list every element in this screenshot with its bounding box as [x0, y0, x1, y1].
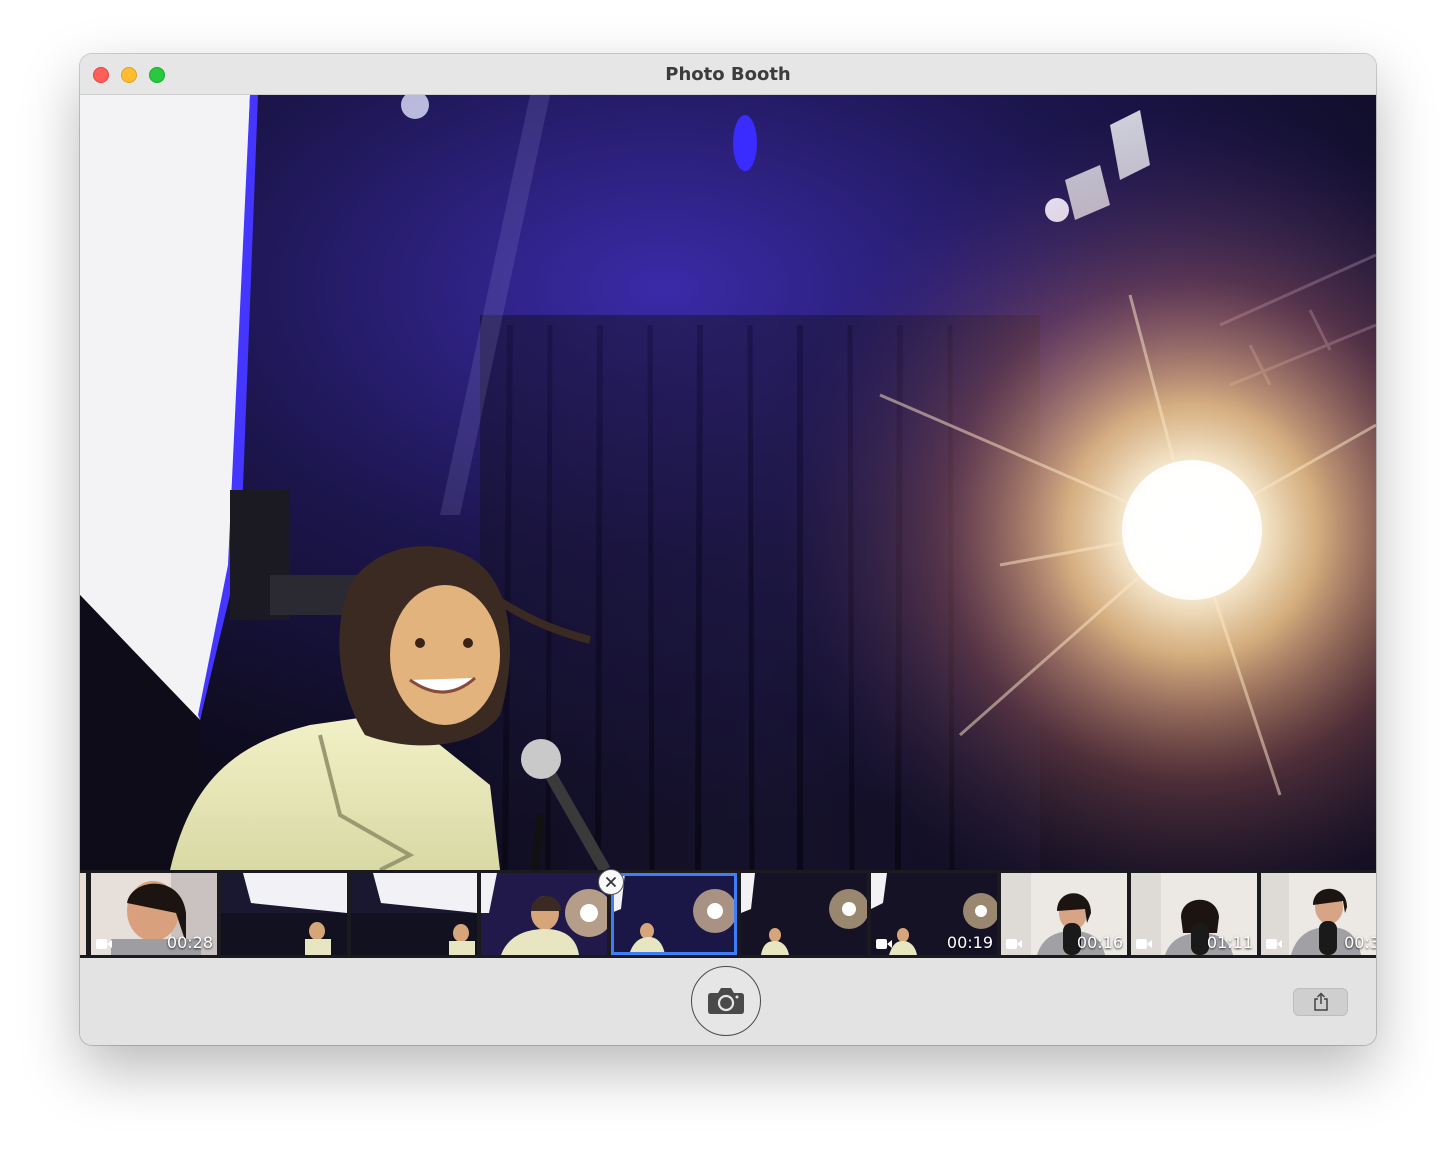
video-icon: [1136, 939, 1152, 949]
thumbnail-item[interactable]: [221, 873, 347, 955]
video-duration: 00:3: [1344, 933, 1376, 952]
video-duration: 01:11: [1206, 933, 1253, 952]
close-icon: [605, 876, 617, 888]
video-icon: [876, 939, 892, 949]
thumbnail-item[interactable]: 00:28: [91, 873, 217, 955]
video-icon: [96, 939, 112, 949]
thumbnail-item[interactable]: [351, 873, 477, 955]
video-duration: 00:19: [946, 933, 993, 952]
share-button[interactable]: [1293, 988, 1348, 1016]
title-bar[interactable]: Photo Booth: [80, 54, 1376, 95]
video-icon: [1266, 939, 1282, 949]
thumbnail-item[interactable]: 01:11: [1131, 873, 1257, 955]
thumbnail-item[interactable]: 00:3: [1261, 873, 1376, 955]
video-icon: [1006, 939, 1022, 949]
delete-thumbnail-button[interactable]: [598, 869, 624, 895]
thumbnail-item-selected[interactable]: [611, 873, 737, 955]
camera-preview-image: [80, 95, 1376, 870]
video-duration: 00:16: [1076, 933, 1123, 952]
thumbnail-item[interactable]: 00:16: [1001, 873, 1127, 955]
thumbnail-item[interactable]: [741, 873, 867, 955]
filmstrip: 00:28 00:19 00:16 01:11 00:3: [80, 870, 1376, 958]
bottom-toolbar: [80, 958, 1376, 1045]
photo-booth-window: Photo Booth 00:28 00:19 00:16 01:11 00:3: [80, 54, 1376, 1045]
thumbnail-partial[interactable]: [80, 873, 86, 955]
take-photo-button[interactable]: [691, 966, 761, 1036]
window-title: Photo Booth: [665, 64, 791, 85]
thumbnail-item[interactable]: [481, 873, 607, 955]
camera-icon: [708, 988, 744, 1014]
camera-preview: [80, 95, 1376, 870]
thumbnail-item[interactable]: 00:19: [871, 873, 997, 955]
share-icon: [1313, 992, 1328, 1011]
video-duration: 00:28: [166, 933, 213, 952]
